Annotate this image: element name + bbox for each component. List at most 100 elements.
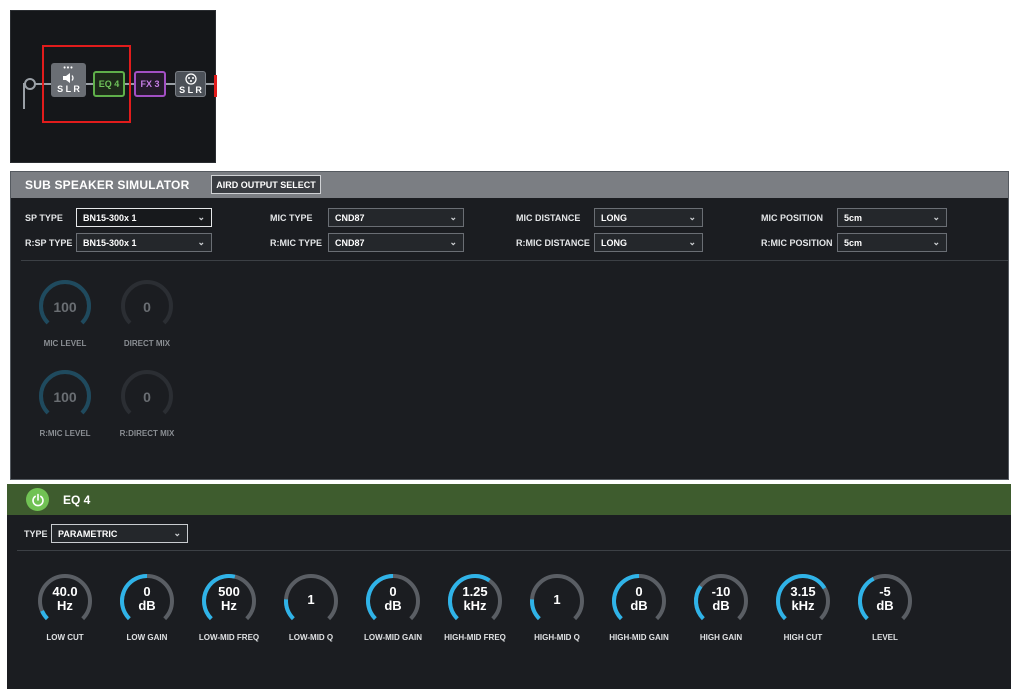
low-mid-gain-label: LOW-MID GAIN xyxy=(363,633,423,642)
next-block-edge xyxy=(214,75,217,97)
low-cut-label: LOW CUT xyxy=(46,633,84,642)
high-mid-q-value: 1 xyxy=(527,593,587,607)
aird-output-select-button[interactable]: AIRD OUTPUT SELECT xyxy=(211,175,321,194)
low-mid-gain-value-number: 0 xyxy=(389,584,397,599)
low-mid-gain-value-unit: dB xyxy=(384,598,402,613)
split-node[interactable] xyxy=(24,78,36,90)
mic-distance-value: LONG xyxy=(601,212,627,223)
high-mid-freq-value: 1.25 kHz xyxy=(445,585,505,613)
xlr-icon xyxy=(184,73,197,85)
mic-level-value: 100 xyxy=(53,299,77,315)
sub-speaker-title: SUB SPEAKER SIMULATOR xyxy=(25,178,190,192)
chevron-down-icon: ⌄ xyxy=(449,212,457,222)
r-mic-level-value: 100 xyxy=(53,389,77,405)
sp-type-dropdown[interactable]: BN15-300x 1 ⌄ xyxy=(76,208,212,227)
level-value-number: -5 xyxy=(879,584,891,599)
mic-distance-label: MIC DISTANCE xyxy=(516,213,581,223)
low-gain-value: 0 dB xyxy=(117,585,177,613)
chevron-down-icon: ⌄ xyxy=(688,237,696,247)
chevron-down-icon: ⌄ xyxy=(932,212,940,222)
r-mic-level-label: R:MIC LEVEL xyxy=(39,429,91,438)
r-direct-mix-value: 0 xyxy=(143,389,151,405)
mic-type-value: CND87 xyxy=(335,212,365,223)
high-mid-gain-value: 0 dB xyxy=(609,585,669,613)
output-block[interactable]: S L R xyxy=(175,71,206,97)
sub-speaker-header: SUB SPEAKER SIMULATOR AIRD OUTPUT SELECT xyxy=(11,172,1008,198)
selection-highlight xyxy=(42,45,131,123)
high-mid-freq-value-number: 1.25 xyxy=(462,584,488,599)
chevron-down-icon: ⌄ xyxy=(173,528,181,538)
r-mic-position-label: R:MIC POSITION xyxy=(761,238,833,248)
high-cut-value: 3.15 kHz xyxy=(773,585,833,613)
low-cut-value-number: 40.0 xyxy=(52,584,78,599)
low-mid-q-label: LOW-MID Q xyxy=(288,633,334,642)
eq-title: EQ 4 xyxy=(63,493,91,507)
low-mid-q-value-number: 1 xyxy=(307,592,315,607)
eq-panel: EQ 4 TYPE PARAMETRIC ⌄ 40.0 Hz LOW CUT 0 dB LO… xyxy=(7,484,1011,689)
high-cut-value-unit: kHz xyxy=(791,598,815,613)
mic-level-label: MIC LEVEL xyxy=(43,339,87,348)
high-mid-q-value-number: 1 xyxy=(553,592,561,607)
power-icon xyxy=(31,493,44,506)
r-mic-position-value: 5cm xyxy=(844,237,863,248)
high-mid-gain-value-number: 0 xyxy=(635,584,643,599)
power-button[interactable] xyxy=(26,488,49,511)
fx-block-label: FX 3 xyxy=(140,79,160,89)
r-mic-position-dropdown[interactable]: 5cm ⌄ xyxy=(837,233,947,252)
high-mid-gain-label: HIGH-MID GAIN xyxy=(609,633,669,642)
r-sp-type-dropdown[interactable]: BN15-300x 1 ⌄ xyxy=(76,233,212,252)
level-value-unit: dB xyxy=(876,598,894,613)
r-sp-type-label: R:SP TYPE xyxy=(25,238,73,248)
direct-mix-value: 0 xyxy=(143,299,151,315)
type-label: TYPE xyxy=(24,529,48,539)
low-gain-label: LOW GAIN xyxy=(126,633,168,642)
low-mid-freq-label: LOW-MID FREQ xyxy=(198,633,260,642)
high-gain-value: -10 dB xyxy=(691,585,751,613)
high-mid-freq-value-unit: kHz xyxy=(463,598,487,613)
eq-type-value: PARAMETRIC xyxy=(58,528,118,539)
eq-type-dropdown[interactable]: PARAMETRIC ⌄ xyxy=(51,524,188,543)
chevron-down-icon: ⌄ xyxy=(688,212,696,222)
high-gain-value-number: -10 xyxy=(711,584,731,599)
divider xyxy=(17,550,1011,551)
output-block-label: S L R xyxy=(179,85,202,95)
sp-type-value: BN15-300x 1 xyxy=(83,212,137,223)
r-mic-type-label: R:MIC TYPE xyxy=(270,238,323,248)
eq-header: EQ 4 xyxy=(7,484,1011,515)
signal-chain-panel: ••• S L R EQ 4 FX 3 S L R xyxy=(10,10,217,163)
low-gain-value-unit: dB xyxy=(138,598,156,613)
low-mid-freq-value-number: 500 xyxy=(218,584,240,599)
mic-position-dropdown[interactable]: 5cm ⌄ xyxy=(837,208,947,227)
direct-mix-label: DIRECT MIX xyxy=(123,339,171,348)
r-mic-distance-dropdown[interactable]: LONG ⌄ xyxy=(594,233,703,252)
low-cut-value-unit: Hz xyxy=(57,598,73,613)
mic-type-dropdown[interactable]: CND87 ⌄ xyxy=(328,208,464,227)
chevron-down-icon: ⌄ xyxy=(197,237,205,247)
level-value: -5 dB xyxy=(855,585,915,613)
fx-block[interactable]: FX 3 xyxy=(134,71,166,97)
low-mid-gain-value: 0 dB xyxy=(363,585,423,613)
high-gain-value-unit: dB xyxy=(712,598,730,613)
r-mic-type-dropdown[interactable]: CND87 ⌄ xyxy=(328,233,464,252)
mic-distance-dropdown[interactable]: LONG ⌄ xyxy=(594,208,703,227)
low-cut-value: 40.0 Hz xyxy=(35,585,95,613)
chevron-down-icon: ⌄ xyxy=(197,212,205,222)
low-mid-freq-value: 500 Hz xyxy=(199,585,259,613)
low-mid-q-value: 1 xyxy=(281,593,341,607)
high-mid-freq-label: HIGH-MID FREQ xyxy=(444,633,506,642)
r-direct-mix-label: R:DIRECT MIX xyxy=(119,429,175,438)
mic-position-label: MIC POSITION xyxy=(761,213,824,223)
sp-type-label: SP TYPE xyxy=(25,213,63,223)
low-mid-freq-value-unit: Hz xyxy=(221,598,237,613)
r-mic-type-value: CND87 xyxy=(335,237,365,248)
high-cut-value-number: 3.15 xyxy=(790,584,816,599)
level-label: LEVEL xyxy=(872,633,898,642)
chevron-down-icon: ⌄ xyxy=(449,237,457,247)
high-cut-label: HIGH CUT xyxy=(783,633,823,642)
r-sp-type-value: BN15-300x 1 xyxy=(83,237,137,248)
high-gain-label: HIGH GAIN xyxy=(699,633,743,642)
mic-position-value: 5cm xyxy=(844,212,863,223)
mic-type-label: MIC TYPE xyxy=(270,213,313,223)
divider xyxy=(21,260,1008,261)
chevron-down-icon: ⌄ xyxy=(932,237,940,247)
